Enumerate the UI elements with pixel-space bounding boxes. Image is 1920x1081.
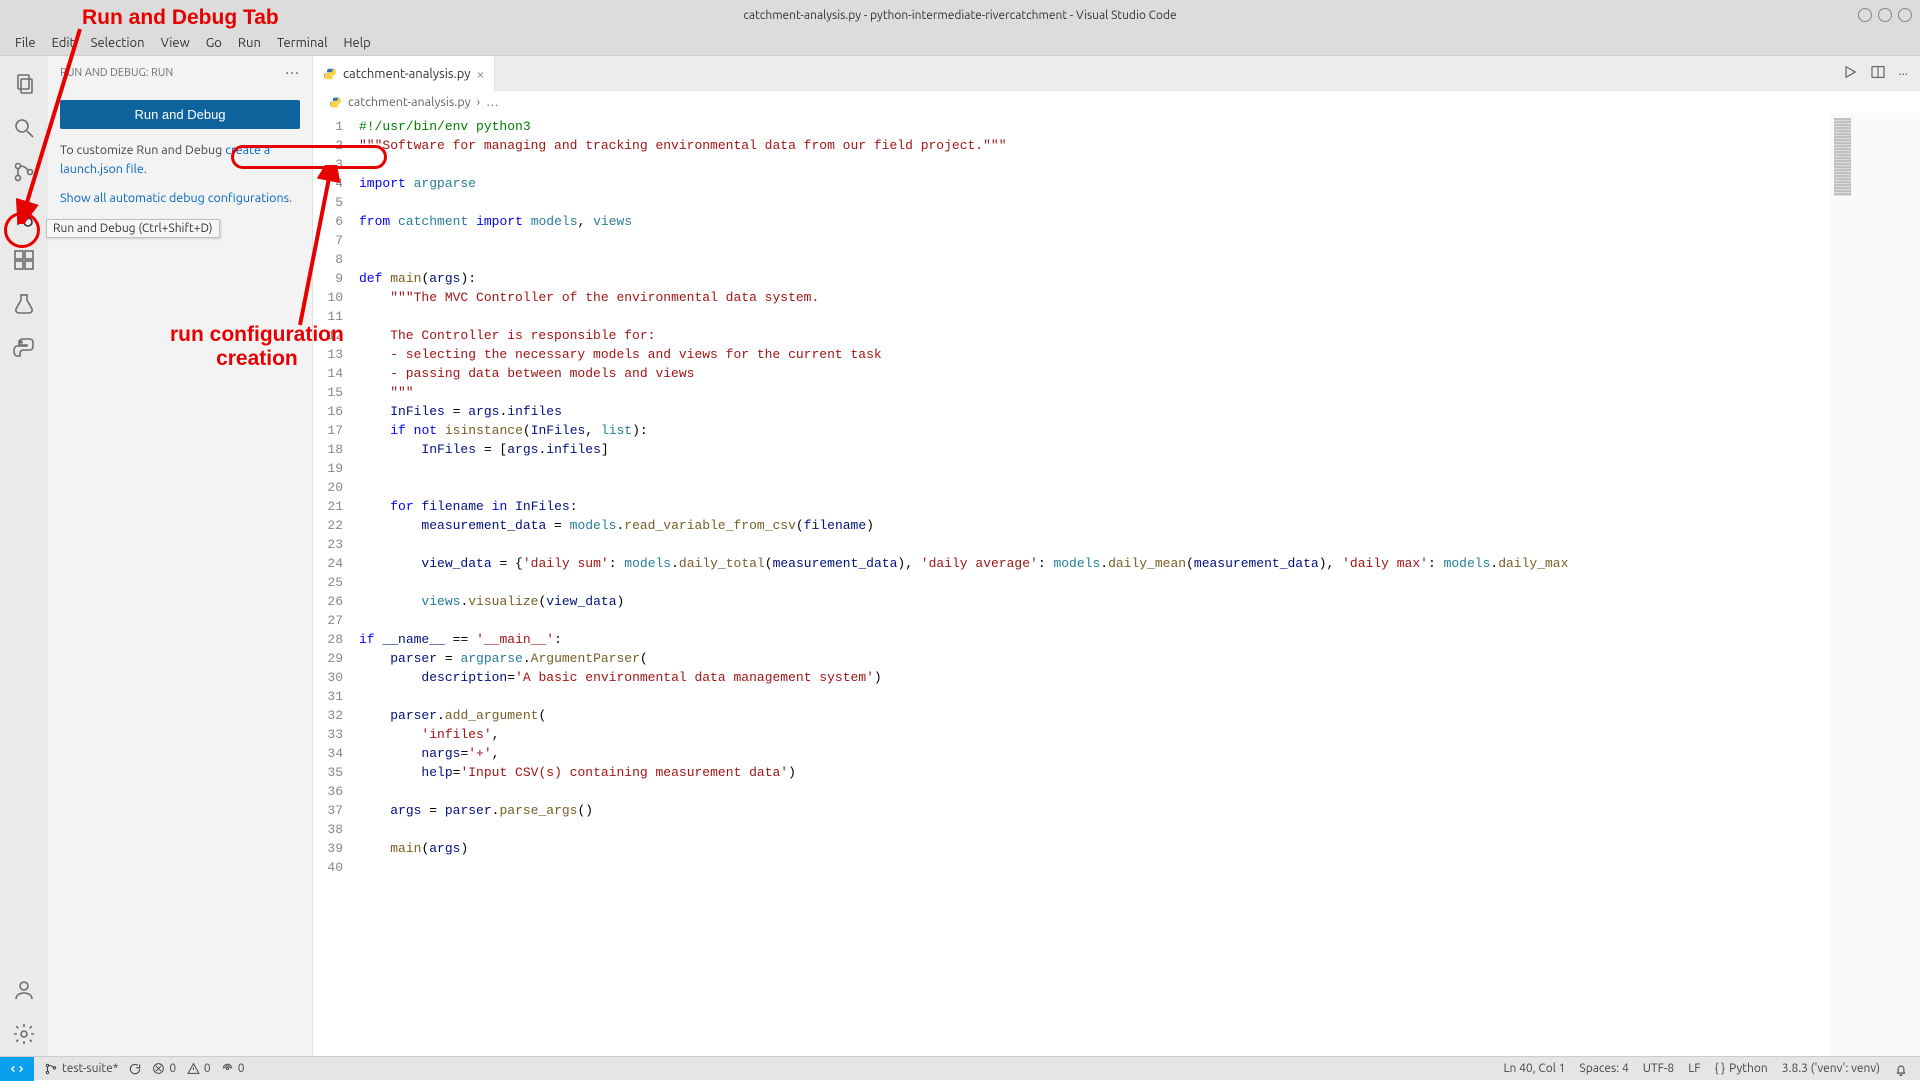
indentation[interactable]: Spaces: 4 — [1579, 1062, 1628, 1075]
desc-prefix: To customize Run and Debug — [60, 143, 225, 157]
sync-icon[interactable] — [128, 1062, 142, 1076]
minimize-button[interactable] — [1858, 8, 1872, 22]
menu-run[interactable]: Run — [231, 33, 268, 53]
minimap[interactable]: ████████████████████████████████████████… — [1830, 113, 1920, 1056]
menu-go[interactable]: Go — [199, 33, 229, 53]
title-bar: catchment-analysis.py - python-intermedi… — [0, 0, 1920, 30]
sidebar-more-icon[interactable]: ··· — [285, 64, 300, 82]
editor-more-icon[interactable]: ··· — [1898, 67, 1908, 81]
editor-area: catchment-analysis.py × ··· catchment-an… — [313, 56, 1920, 1056]
run-and-debug-button[interactable]: Run and Debug — [60, 100, 300, 129]
run-debug-icon[interactable] — [10, 202, 38, 230]
sidebar-description: To customize Run and Debug create a laun… — [60, 141, 300, 179]
breadcrumb-sep: › — [477, 95, 481, 109]
problems[interactable]: 0 0 — [152, 1062, 210, 1075]
split-editor-icon[interactable] — [1870, 64, 1886, 83]
menu-file[interactable]: File — [8, 33, 43, 53]
close-window-button[interactable] — [1898, 8, 1912, 22]
breadcrumb-more: … — [486, 95, 498, 109]
interpreter[interactable]: 3.8.3 ('venv': venv) — [1782, 1062, 1880, 1075]
close-tab-icon[interactable]: × — [477, 66, 485, 82]
notifications-icon[interactable] — [1894, 1062, 1908, 1076]
python-env-icon[interactable] — [10, 334, 38, 362]
extensions-icon[interactable] — [10, 246, 38, 274]
editor-actions: ··· — [1842, 56, 1920, 91]
sidebar-header: RUN AND DEBUG: RUN — [60, 67, 173, 79]
menu-edit[interactable]: Edit — [45, 33, 82, 53]
ports[interactable]: 0 — [221, 1062, 245, 1075]
menu-view[interactable]: View — [154, 33, 197, 53]
window-title: catchment-analysis.py - python-intermedi… — [743, 9, 1176, 22]
search-icon[interactable] — [10, 114, 38, 142]
run-debug-sidebar: RUN AND DEBUG: RUN ··· Run and Debug To … — [48, 56, 313, 1056]
menu-terminal[interactable]: Terminal — [270, 33, 335, 53]
window-controls — [1858, 8, 1912, 22]
language-mode[interactable]: { } Python — [1715, 1062, 1768, 1075]
python-file-icon — [323, 67, 337, 81]
breadcrumb[interactable]: catchment-analysis.py › … — [313, 91, 1920, 113]
cursor-position[interactable]: Ln 40, Col 1 — [1503, 1062, 1565, 1075]
status-bar: test-suite* 0 0 0 Ln 40, Col 1 Spaces: 4… — [0, 1056, 1920, 1080]
maximize-button[interactable] — [1878, 8, 1892, 22]
files-icon[interactable] — [10, 70, 38, 98]
git-branch[interactable]: test-suite* — [44, 1062, 118, 1076]
menu-help[interactable]: Help — [336, 33, 377, 53]
menu-selection[interactable]: Selection — [84, 33, 152, 53]
show-auto-configs-link[interactable]: Show all automatic debug configurations. — [60, 191, 300, 205]
breadcrumb-file: catchment-analysis.py — [348, 95, 471, 109]
line-numbers: 1234567891011121314151617181920212223242… — [313, 113, 359, 1056]
tab-label: catchment-analysis.py — [343, 67, 471, 81]
tab-catchment-analysis[interactable]: catchment-analysis.py × — [313, 56, 495, 91]
python-file-icon — [329, 96, 342, 109]
account-icon[interactable] — [10, 976, 38, 1004]
code-editor[interactable]: #!/usr/bin/env python3"""Software for ma… — [359, 113, 1830, 1056]
remote-indicator[interactable] — [0, 1057, 34, 1081]
encoding[interactable]: UTF-8 — [1643, 1062, 1674, 1075]
menu-bar: FileEditSelectionViewGoRunTerminalHelp — [0, 30, 1920, 56]
testing-icon[interactable] — [10, 290, 38, 318]
tab-row: catchment-analysis.py × ··· — [313, 56, 1920, 91]
run-file-icon[interactable] — [1842, 64, 1858, 83]
run-debug-tooltip: Run and Debug (Ctrl+Shift+D) — [46, 219, 220, 238]
activity-bar — [0, 56, 48, 1056]
eol[interactable]: LF — [1688, 1062, 1700, 1075]
source-control-icon[interactable] — [10, 158, 38, 186]
gear-icon[interactable] — [10, 1020, 38, 1048]
